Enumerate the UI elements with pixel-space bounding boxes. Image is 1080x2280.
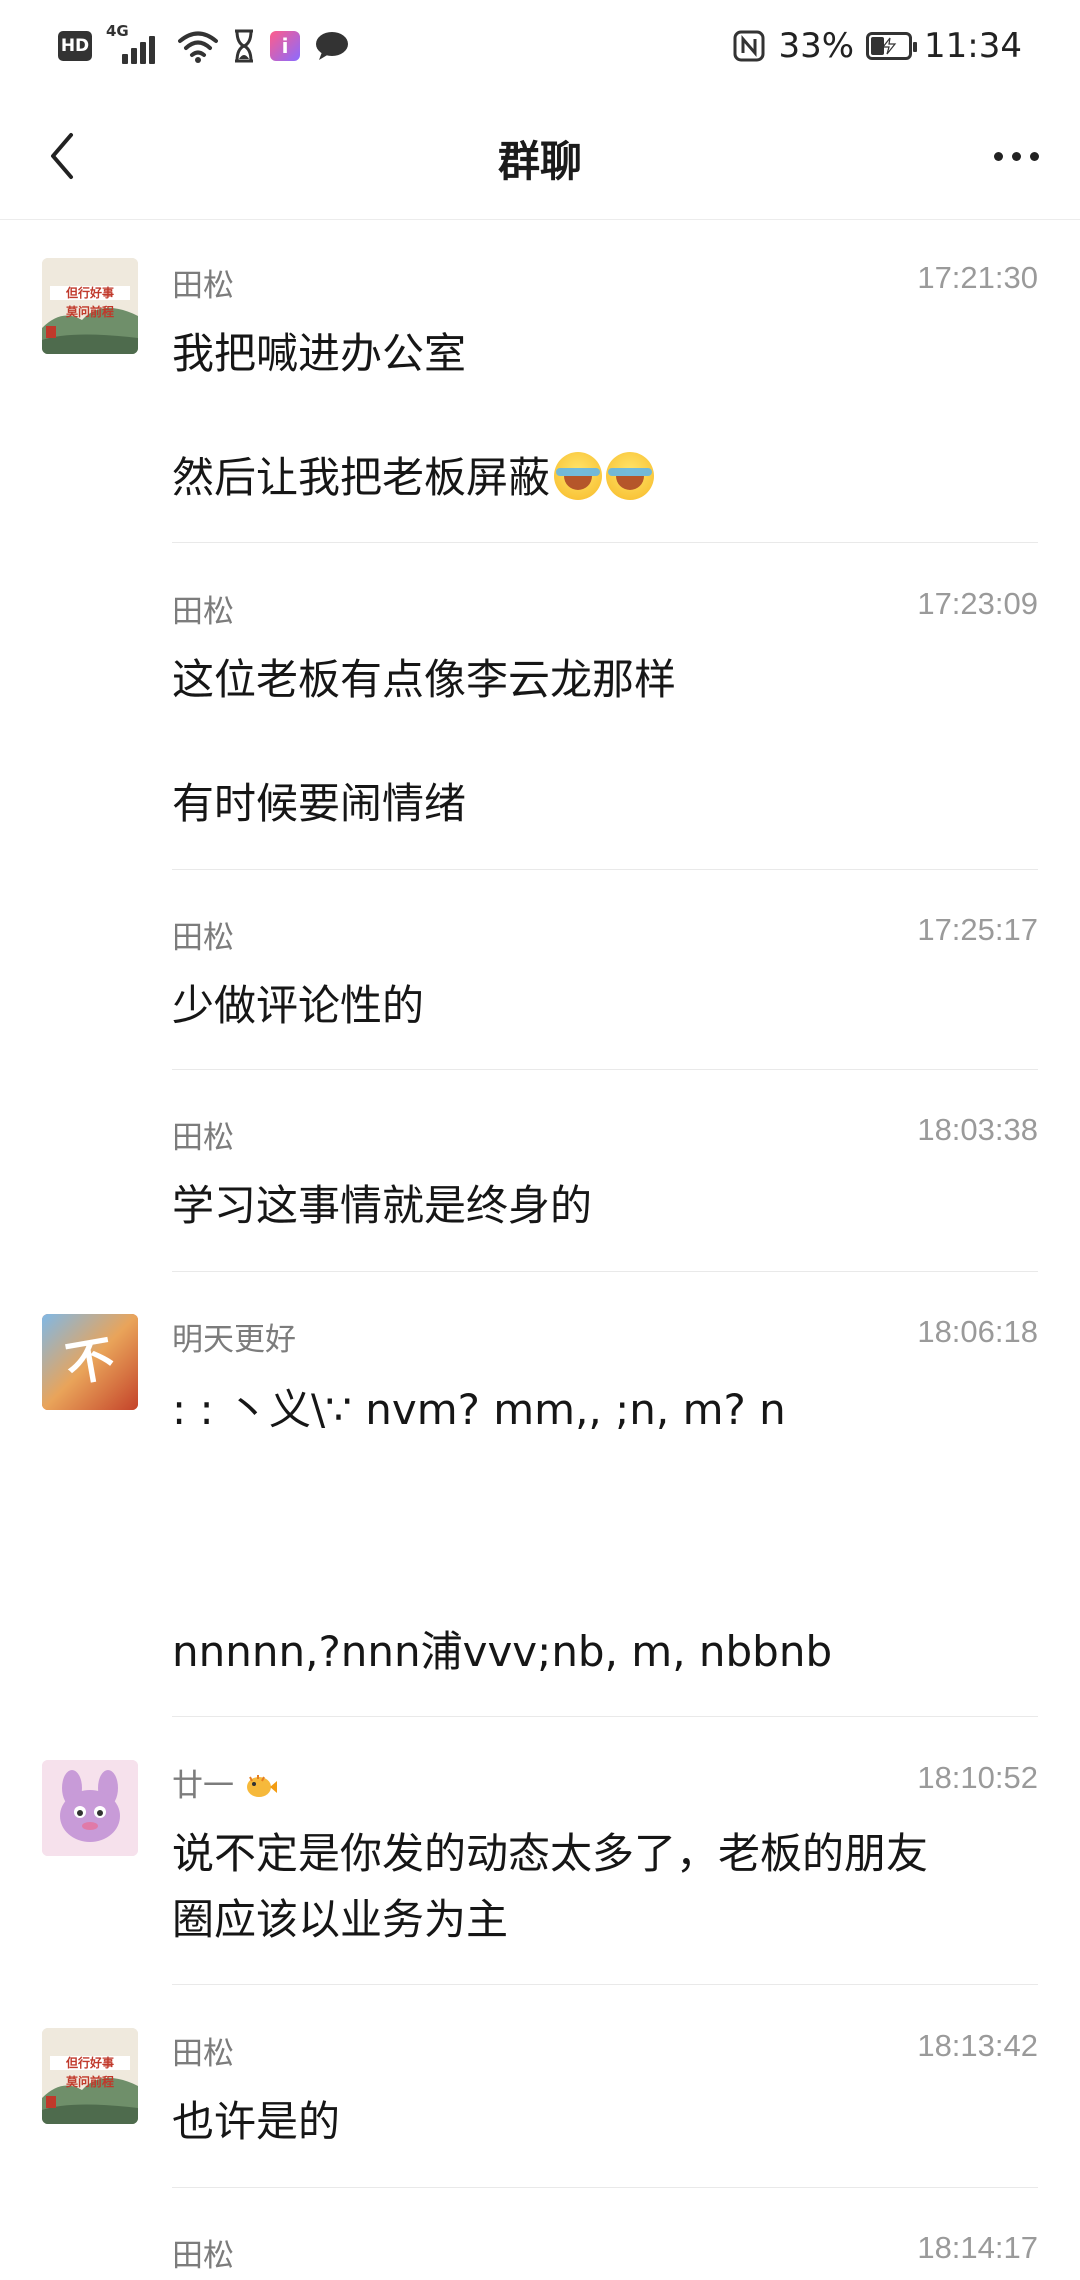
more-dot: [1029, 151, 1039, 161]
divider: [172, 1984, 1038, 1985]
more-dot: [993, 151, 1003, 161]
message-text: 也许是的: [172, 2097, 341, 2146]
sender-name: 田松: [172, 2036, 234, 2072]
svg-text:但行好事: 但行好事: [65, 2055, 114, 2070]
message-item[interactable]: 但行好事 莫问前程 田松 18:13:42 也许是的: [0, 1986, 1080, 2188]
message-item[interactable]: 廿一 18:10:52 说不定是你发的动态太多了，老板的朋友 圈应该以业务为主: [0, 1718, 1080, 1986]
message-time: 18:13:42: [917, 2028, 1038, 2063]
avatar-tiansong[interactable]: 但行好事 莫问前程: [42, 258, 138, 354]
message-item[interactable]: 田松 18:03:38 学习这事情就是终身的: [0, 1070, 1080, 1272]
pufferfish-icon: [246, 1775, 277, 1797]
message-time: 18:14:17: [917, 2230, 1038, 2265]
message-text: 有时候要闹情绪: [172, 779, 467, 828]
message-item[interactable]: 田松 18:14:17: [0, 2188, 1080, 2280]
svg-text:但行好事: 但行好事: [65, 285, 114, 300]
message-text: nnnnn,?nnn浦vvv;nb, m, nbbnb: [172, 1627, 833, 1676]
message-item[interactable]: 不 明天更好 18:06:18 : : 丶义\∵ nvm? mm,, ;n, m…: [0, 1272, 1080, 1718]
message-text: 然后让我把老板屏蔽: [172, 444, 655, 505]
avatar-mingtian[interactable]: 不: [42, 1314, 138, 1410]
app-notification-icon: i: [270, 31, 300, 61]
message-item[interactable]: 田松 17:23:09 这位老板有点像李云龙那样 有时候要闹情绪: [0, 544, 1080, 870]
message-text: 我把喊进办公室: [172, 329, 467, 378]
wifi-icon: [178, 31, 218, 63]
message-text: 这位老板有点像李云龙那样: [172, 655, 677, 704]
message-time: 17:21:30: [917, 260, 1038, 295]
sender-name: 田松: [172, 594, 234, 630]
message-time: 18:03:38: [917, 1112, 1038, 1147]
avatar-tiansong[interactable]: 但行好事 莫问前程: [42, 2028, 138, 2124]
message-item[interactable]: 但行好事 莫问前程 田松 17:21:30 我把喊进办公室 然后让我把老板屏蔽: [0, 220, 1080, 544]
divider: [172, 1716, 1038, 1717]
sender-name: 田松: [172, 920, 234, 956]
message-text: 少做评论性的: [172, 981, 425, 1030]
message-item[interactable]: 田松 17:25:17 少做评论性的: [0, 870, 1080, 1070]
hd-icon: HD: [58, 31, 92, 61]
page-title: 群聊: [497, 137, 582, 186]
sender-name: 廿一: [172, 1760, 278, 1805]
message-time: 18:06:18: [917, 1314, 1038, 1349]
hourglass-icon: [235, 29, 253, 63]
battery-percent: 33%: [778, 26, 855, 66]
avatar-nianyi[interactable]: [42, 1760, 138, 1856]
battery-charging-icon: [866, 32, 918, 60]
sender-name: 田松: [172, 2238, 234, 2274]
message-time: 17:25:17: [917, 912, 1038, 947]
sender-name: 田松: [172, 268, 234, 304]
message-text: 学习这事情就是终身的: [172, 1181, 593, 1230]
message-time: 17:23:09: [917, 586, 1038, 621]
chat-header: 群聊: [0, 92, 1080, 220]
nfc-icon: [733, 30, 765, 62]
crying-face-icon: [606, 452, 655, 500]
status-bar: HD 4G i 33% 11:34: [0, 0, 1080, 92]
status-icons-right: 33% 11:34: [732, 22, 1022, 70]
clock: 11:34: [924, 26, 1022, 66]
status-icons-left: HD 4G i: [58, 22, 350, 66]
svg-text:不: 不: [61, 1330, 118, 1393]
message-time: 18:10:52: [917, 1760, 1038, 1795]
message-text: : : 丶义\∵ nvm? mm,, ;n, m? n: [172, 1385, 786, 1434]
crying-face-icon: [554, 452, 603, 500]
message-text: 圈应该以业务为主: [172, 1895, 509, 1944]
svg-text:莫问前程: 莫问前程: [66, 304, 114, 319]
divider: [172, 542, 1038, 543]
more-dot: [1011, 151, 1021, 161]
sender-name: 明天更好: [172, 1322, 296, 1358]
message-text: 说不定是你发的动态太多了，老板的朋友: [172, 1829, 929, 1878]
sender-name: 田松: [172, 1120, 234, 1156]
more-options-button[interactable]: [980, 122, 1052, 190]
svg-text:莫问前程: 莫问前程: [66, 2074, 114, 2089]
chat-bubble-icon: [316, 32, 348, 60]
signal-4g-icon: 4G: [106, 22, 164, 64]
